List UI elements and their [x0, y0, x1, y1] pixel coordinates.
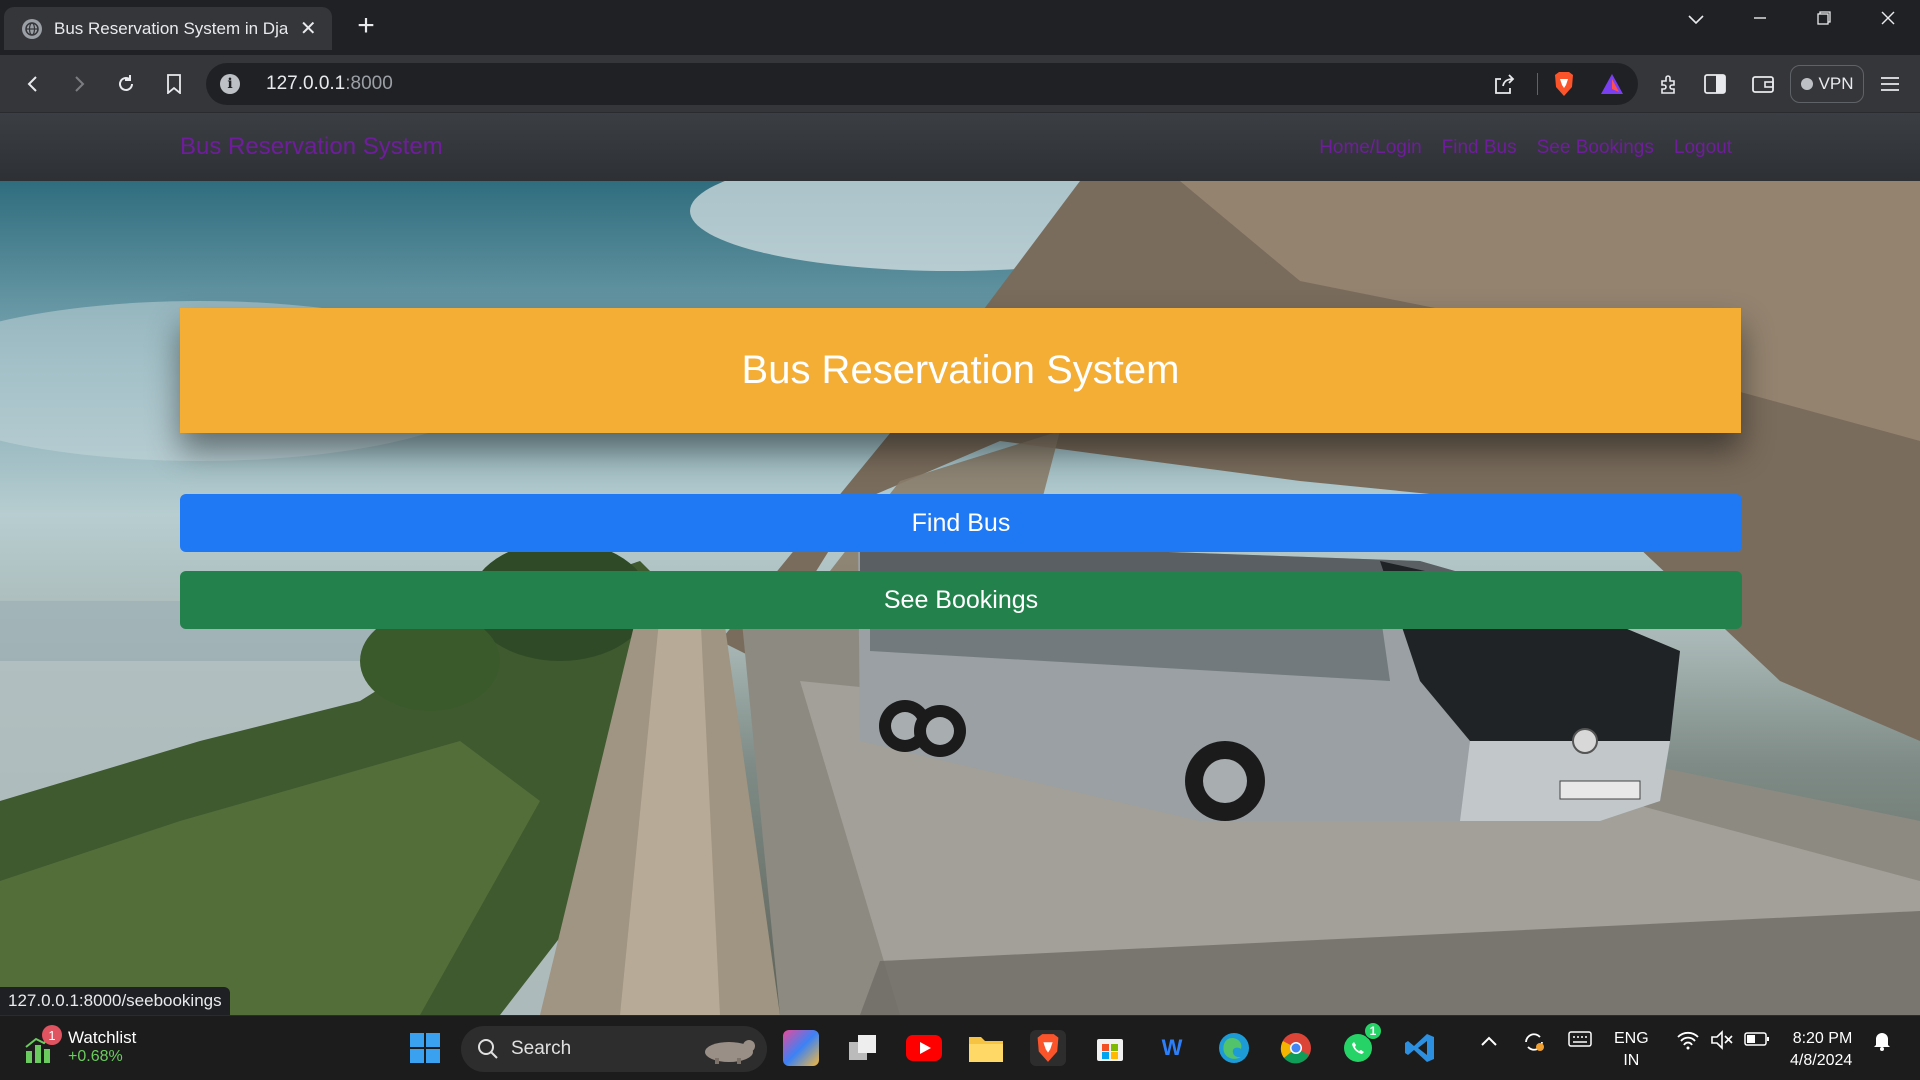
- url-text: 127.0.0.1:8000: [266, 73, 393, 94]
- file-explorer-icon[interactable]: [968, 1030, 1004, 1066]
- nav-see-bookings[interactable]: See Bookings: [1537, 137, 1654, 159]
- tray-overflow-chevron-icon[interactable]: [1480, 1030, 1498, 1053]
- taskbar-search[interactable]: Search: [461, 1026, 767, 1072]
- windows-start-icon[interactable]: [407, 1030, 443, 1066]
- language-indicator[interactable]: ENG IN: [1614, 1028, 1649, 1072]
- forward-icon[interactable]: [62, 67, 96, 101]
- extensions-icon[interactable]: [1652, 67, 1686, 101]
- close-icon[interactable]: ✕: [298, 16, 318, 41]
- nav-links: Home/Login Find Bus See Bookings Logout: [1319, 137, 1732, 159]
- browser-toolbar: i 127.0.0.1:8000 VPN: [0, 55, 1920, 113]
- address-bar[interactable]: i 127.0.0.1:8000: [206, 63, 1638, 105]
- chrome-icon[interactable]: [1278, 1030, 1314, 1066]
- youtube-icon[interactable]: [906, 1030, 942, 1066]
- search-icon: [478, 1039, 498, 1059]
- site-brand-link[interactable]: Bus Reservation System: [180, 133, 443, 161]
- search-highlight-icon: [705, 1040, 755, 1064]
- speaker-muted-icon[interactable]: [1710, 1030, 1734, 1056]
- watchlist-change: +0.68%: [68, 1048, 123, 1065]
- stock-chart-icon: 1: [24, 1025, 62, 1065]
- battery-icon[interactable]: [1744, 1030, 1770, 1053]
- sync-icon[interactable]: [1522, 1030, 1546, 1060]
- minimize-button[interactable]: [1740, 8, 1780, 31]
- page-title: Bus Reservation System: [741, 348, 1180, 392]
- brave-rewards-icon[interactable]: [1600, 73, 1624, 95]
- whatsapp-badge: 1: [1364, 1022, 1382, 1040]
- reload-icon[interactable]: [109, 67, 143, 101]
- link-status-bar: 127.0.0.1:8000/seebookings: [0, 987, 230, 1015]
- brave-shields-icon[interactable]: [1552, 71, 1576, 97]
- keyboard-icon[interactable]: [1568, 1030, 1592, 1054]
- watchlist-label: Watchlist: [68, 1028, 137, 1047]
- watchlist-badge: 1: [42, 1025, 62, 1045]
- task-view-icon[interactable]: [845, 1030, 881, 1066]
- microsoft-store-icon[interactable]: [1092, 1030, 1128, 1066]
- watchlist-widget[interactable]: 1 Watchlist +0.68%: [24, 1025, 137, 1066]
- see-bookings-button[interactable]: See Bookings: [180, 571, 1742, 629]
- tab-search-chevron-icon[interactable]: [1676, 8, 1716, 31]
- system-clock[interactable]: 8:20 PM 4/8/2024: [1790, 1028, 1852, 1072]
- vpn-button[interactable]: VPN: [1790, 65, 1864, 103]
- nav-logout[interactable]: Logout: [1674, 137, 1732, 159]
- restore-button[interactable]: [1804, 8, 1844, 31]
- wifi-icon[interactable]: [1676, 1030, 1700, 1056]
- tab-title: Bus Reservation System in Djang: [54, 18, 289, 38]
- nav-home-login[interactable]: Home/Login: [1319, 137, 1421, 159]
- edge-icon[interactable]: [1216, 1030, 1252, 1066]
- vpn-status-icon: [1800, 78, 1813, 90]
- nav-find-bus[interactable]: Find Bus: [1442, 137, 1517, 159]
- wallet-icon[interactable]: [1746, 67, 1780, 101]
- menu-icon[interactable]: [1873, 67, 1907, 101]
- notification-bell-icon[interactable]: [1872, 1030, 1892, 1058]
- brave-browser-icon[interactable]: [1030, 1030, 1066, 1066]
- copilot-icon[interactable]: [783, 1030, 819, 1066]
- browser-tab-bar: Bus Reservation System in Djang ✕ +: [0, 0, 1920, 55]
- search-label: Search: [511, 1038, 572, 1059]
- share-icon[interactable]: [1493, 73, 1515, 95]
- globe-icon: [22, 18, 42, 39]
- close-window-button[interactable]: [1868, 8, 1908, 31]
- bookmark-icon[interactable]: [157, 67, 191, 101]
- back-icon[interactable]: [16, 67, 50, 101]
- windows-taskbar: 1 Watchlist +0.68% Search W 1 ENG IN 8:2…: [0, 1015, 1920, 1080]
- find-bus-button[interactable]: Find Bus: [180, 494, 1742, 552]
- vscode-icon[interactable]: [1402, 1030, 1438, 1066]
- new-tab-button[interactable]: +: [350, 9, 382, 43]
- vpn-label: VPN: [1818, 74, 1854, 93]
- hero-background-image: Bus Reservation System Find Bus See Book…: [0, 181, 1920, 1015]
- site-navbar: Bus Reservation System Home/Login Find B…: [0, 113, 1920, 181]
- title-banner: Bus Reservation System: [180, 308, 1741, 433]
- site-info-icon[interactable]: i: [220, 74, 240, 94]
- browser-tab[interactable]: Bus Reservation System in Djang ✕: [4, 7, 332, 50]
- page-viewport: Bus Reservation System Home/Login Find B…: [0, 113, 1920, 1015]
- wavebox-icon[interactable]: W: [1154, 1030, 1190, 1066]
- whatsapp-icon[interactable]: 1: [1340, 1022, 1382, 1066]
- sidebar-icon[interactable]: [1698, 67, 1732, 101]
